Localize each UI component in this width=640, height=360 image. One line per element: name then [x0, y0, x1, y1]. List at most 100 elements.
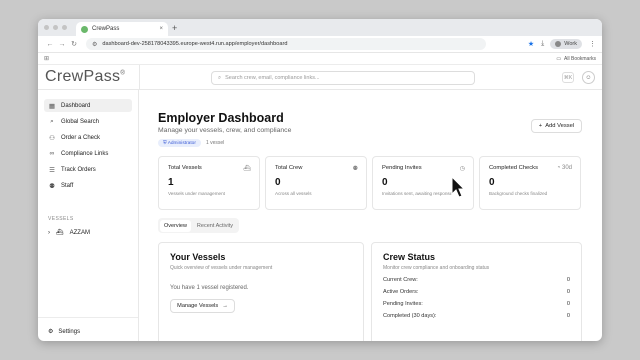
minimize-dot[interactable]: [53, 25, 58, 30]
search-icon: ⌕: [218, 74, 222, 81]
ship-icon: ⛴: [243, 166, 251, 172]
stat-label: Total Crew: [275, 165, 303, 171]
tab-bar: CrewPass × +: [38, 19, 602, 36]
profile-label: Work: [564, 41, 577, 47]
reload-icon[interactable]: ↻: [68, 40, 80, 48]
logo-text: CrewPass: [45, 68, 121, 85]
user-plus-icon: ⚇: [49, 134, 55, 142]
panel-title: Crew Status: [383, 252, 436, 262]
sidebar-item-order-check[interactable]: ⚇ Order a Check: [44, 131, 132, 144]
url-bar[interactable]: ⚙ dashboard-dev-258178043395.europe-west…: [86, 38, 486, 50]
search-input[interactable]: ⌕ Search crew, email, compliance links..…: [211, 71, 475, 85]
crew-row-label: Current Crew:: [383, 277, 418, 283]
back-icon[interactable]: ←: [44, 41, 56, 48]
apps-grid-icon[interactable]: ⊞: [44, 55, 49, 62]
sidebar-item-settings[interactable]: ⚙ Settings: [44, 328, 81, 336]
vessels-summary: You have 1 vessel registered.: [170, 285, 249, 291]
view-tabs: Overview Recent Activity: [158, 218, 239, 233]
sidebar-item-global-search[interactable]: ⌕ Global Search: [44, 115, 132, 128]
app-root: CrewPass® ⌕ Search crew, email, complian…: [38, 65, 602, 341]
manage-vessels-label: Manage Vessels: [177, 303, 219, 309]
vessels-section-label: VESSELS: [48, 216, 74, 222]
divider: [139, 65, 140, 89]
bookmark-star-icon[interactable]: ★: [528, 40, 534, 48]
panel-subtitle: Monitor crew compliance and onboarding s…: [383, 265, 490, 271]
role-badge-label: Administrator: [167, 141, 196, 146]
download-icon[interactable]: ⤓: [541, 40, 544, 48]
crew-row-value: 0: [566, 301, 570, 307]
manage-vessels-button[interactable]: Manage Vessels →: [170, 299, 235, 313]
chevron-right-icon[interactable]: ›: [48, 230, 50, 236]
close-dot[interactable]: [44, 25, 49, 30]
logo-mark: ®: [120, 70, 126, 77]
sidebar-item-vessel[interactable]: › ⛴ AZZAM: [44, 229, 132, 237]
shield-icon: ⛨: [163, 141, 167, 146]
users-icon: ⚉: [352, 166, 358, 172]
add-vessel-label: Add Vessel: [545, 123, 575, 129]
stat-desc: Vessels under management: [168, 191, 225, 196]
crew-row: Active Orders: 0: [383, 289, 570, 295]
sidebar-item-compliance-links[interactable]: ∞ Compliance Links: [44, 147, 132, 160]
users-icon: ⚉: [49, 182, 55, 190]
settings-label: Settings: [58, 328, 81, 335]
all-bookmarks[interactable]: ▭ All Bookmarks: [556, 56, 596, 62]
url-text: dashboard-dev-258178043395.europe-west4.…: [102, 41, 288, 47]
bookmarks-bar: ⊞ ▭ All Bookmarks: [38, 53, 602, 65]
profile-button[interactable]: Work: [550, 39, 582, 49]
browser-window: CrewPass × + ← → ↻ ⚙ dashboard-dev-25817…: [38, 19, 602, 341]
sidebar-item-label: Order a Check: [61, 134, 101, 141]
tab-close-icon[interactable]: ×: [159, 26, 163, 32]
tab-title: CrewPass: [92, 26, 120, 32]
sidebar-item-label: Staff: [61, 182, 74, 189]
page-badges: ⛨ Administrator 1 vessel: [158, 139, 224, 147]
check-icon: ◔ 30d: [556, 165, 572, 171]
crew-row-value: 0: [566, 277, 570, 283]
browser-tab[interactable]: CrewPass ×: [76, 22, 168, 36]
add-vessel-button[interactable]: + Add Vessel: [531, 119, 582, 133]
tab-overview[interactable]: Overview: [160, 219, 191, 232]
stat-value: 1: [168, 177, 174, 188]
shortcut-hint[interactable]: ⌘K: [562, 72, 574, 83]
divider: [38, 317, 138, 318]
sidebar-item-staff[interactable]: ⚉ Staff: [44, 179, 132, 192]
stat-card-total-crew: Total Crew ⚉ 0 Across all vessels: [265, 156, 367, 210]
stat-value: 0: [489, 177, 495, 188]
maximize-dot[interactable]: [62, 25, 67, 30]
all-bookmarks-label: All Bookmarks: [564, 55, 596, 62]
sidebar-item-track-orders[interactable]: ☰ Track Orders: [44, 163, 132, 176]
stat-desc: Across all vessels: [275, 191, 312, 196]
new-tab-button[interactable]: +: [172, 23, 177, 33]
stats-row: Total Vessels ⛴ 1 Vessels under manageme…: [158, 156, 581, 210]
stat-value: 0: [275, 177, 281, 188]
logo[interactable]: CrewPass®: [45, 68, 125, 86]
mouse-cursor-icon: [451, 176, 465, 198]
tab-recent-activity[interactable]: Recent Activity: [193, 220, 237, 232]
page-title: Employer Dashboard: [158, 111, 284, 125]
arrow-right-icon: →: [222, 303, 228, 309]
stat-desc: Background checks finalized: [489, 191, 548, 196]
site-info-icon[interactable]: ⚙: [92, 41, 97, 48]
address-bar-row: ← → ↻ ⚙ dashboard-dev-258178043395.europ…: [38, 36, 602, 53]
gear-icon: ⚙: [48, 329, 54, 335]
user-avatar-icon[interactable]: ☺: [582, 71, 595, 84]
plus-icon: +: [538, 123, 543, 129]
link-icon: ∞: [49, 150, 55, 157]
menu-icon[interactable]: ⋮: [589, 40, 596, 48]
clock-icon: ◷: [459, 166, 465, 172]
forward-icon[interactable]: →: [56, 41, 68, 48]
crew-row-value: 0: [566, 289, 570, 295]
stat-note: 30d: [561, 165, 572, 171]
stat-card-total-vessels: Total Vessels ⛴ 1 Vessels under manageme…: [158, 156, 260, 210]
crew-row-label: Pending Invites:: [383, 301, 423, 307]
sidebar-item-dashboard[interactable]: ▦ Dashboard: [44, 99, 132, 112]
stat-card-completed-checks: Completed Checks ◔ 30d 0 Background chec…: [479, 156, 581, 210]
shortcut-hint-label: ⌘K: [563, 74, 573, 81]
profile-avatar: [555, 41, 562, 47]
grid-icon: ▦: [48, 102, 56, 110]
search-placeholder: Search crew, email, compliance links...: [225, 75, 320, 81]
favicon-icon: [81, 25, 88, 33]
window-controls[interactable]: [44, 25, 67, 30]
sidebar-item-label: Global Search: [61, 118, 100, 125]
vessel-count: 1 vessel: [205, 140, 225, 146]
panel-subtitle: Quick overview of vessels under manageme…: [170, 265, 273, 271]
